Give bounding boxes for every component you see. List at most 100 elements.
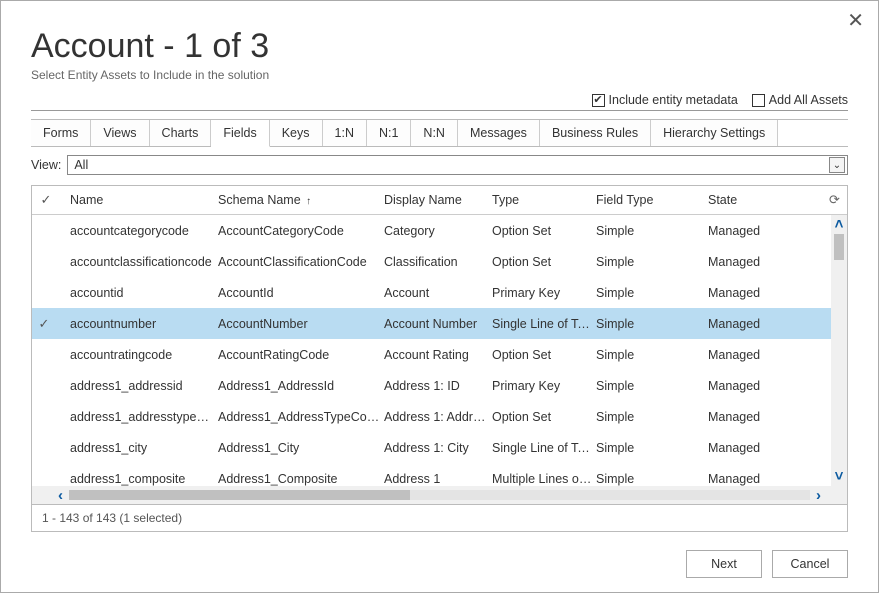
vertical-scrollbar[interactable]: ˄ ˅ [831, 215, 847, 486]
cell-state: Managed [708, 317, 831, 331]
cell-schema: AccountNumber [218, 317, 384, 331]
include-metadata-label: Include entity metadata [609, 93, 738, 107]
cell-name: accountcategorycode [60, 224, 218, 238]
col-header-display[interactable]: Display Name [384, 193, 492, 207]
table-row[interactable]: address1_addresstypecodeAddress1_Address… [32, 401, 831, 432]
row-checkbox[interactable]: ✓ [32, 316, 60, 332]
cell-type: Option Set [492, 255, 596, 269]
cell-name: accountclassificationcode [60, 255, 218, 269]
rows-container: accountcategorycodeAccountCategoryCodeCa… [32, 215, 831, 486]
checkbox-icon [752, 94, 765, 107]
scrollbar-thumb[interactable] [834, 234, 844, 260]
cell-fieldtype: Simple [596, 255, 708, 269]
cell-type: Single Line of Text [492, 441, 596, 455]
cell-fieldtype: Simple [596, 441, 708, 455]
tab-fields[interactable]: Fields [211, 120, 269, 147]
cell-type: Primary Key [492, 379, 596, 393]
col-header-type[interactable]: Type [492, 193, 596, 207]
col-header-fieldtype[interactable]: Field Type [596, 193, 708, 207]
col-header-schema[interactable]: Schema Name ↑ [218, 193, 384, 207]
page-subtitle: Select Entity Assets to Include in the s… [31, 68, 848, 82]
tab-strip: Forms Views Charts Fields Keys 1:N N:1 N… [31, 119, 848, 147]
tab-hierarchy-settings[interactable]: Hierarchy Settings [651, 120, 778, 146]
cell-fieldtype: Simple [596, 317, 708, 331]
add-all-assets-checkbox[interactable]: Add All Assets [752, 93, 848, 107]
close-icon[interactable]: ✕ [847, 11, 864, 31]
chevron-down-icon: ⌄ [829, 157, 845, 173]
cell-schema: Address1_City [218, 441, 384, 455]
grid-body: accountcategorycodeAccountCategoryCodeCa… [32, 215, 847, 504]
tab-messages[interactable]: Messages [458, 120, 540, 146]
table-row[interactable]: accountratingcodeAccountRatingCodeAccoun… [32, 339, 831, 370]
cell-fieldtype: Simple [596, 379, 708, 393]
cell-type: Multiple Lines of… [492, 472, 596, 486]
cell-state: Managed [708, 224, 831, 238]
tab-views[interactable]: Views [91, 120, 149, 146]
view-row: View: All ⌄ [31, 155, 848, 175]
table-row[interactable]: ✓accountnumberAccountNumberAccount Numbe… [32, 308, 831, 339]
cell-state: Managed [708, 348, 831, 362]
tab-forms[interactable]: Forms [31, 120, 91, 146]
cell-type: Primary Key [492, 286, 596, 300]
cell-name: accountnumber [60, 317, 218, 331]
tab-1n[interactable]: 1:N [323, 120, 367, 146]
view-select[interactable]: All ⌄ [67, 155, 848, 175]
tab-nn[interactable]: N:N [411, 120, 458, 146]
cell-display: Classification [384, 255, 492, 269]
cell-display: Address 1: ID [384, 379, 492, 393]
cell-schema: AccountCategoryCode [218, 224, 384, 238]
scroll-left-icon[interactable]: ‹ [58, 488, 63, 503]
cell-state: Managed [708, 410, 831, 424]
scrollbar-thumb[interactable] [69, 490, 410, 500]
cell-fieldtype: Simple [596, 410, 708, 424]
table-row[interactable]: address1_cityAddress1_CityAddress 1: Cit… [32, 432, 831, 463]
cell-display: Category [384, 224, 492, 238]
footer: Next Cancel [31, 550, 848, 578]
cell-fieldtype: Simple [596, 224, 708, 238]
cell-state: Managed [708, 286, 831, 300]
tab-n1[interactable]: N:1 [367, 120, 411, 146]
cell-display: Account Number [384, 317, 492, 331]
cell-schema: AccountId [218, 286, 384, 300]
grid: ✓ Name Schema Name ↑ Display Name Type F… [31, 185, 848, 505]
cell-schema: AccountRatingCode [218, 348, 384, 362]
tab-business-rules[interactable]: Business Rules [540, 120, 651, 146]
cell-display: Account [384, 286, 492, 300]
table-row[interactable]: address1_addressidAddress1_AddressIdAddr… [32, 370, 831, 401]
tab-keys[interactable]: Keys [270, 120, 323, 146]
cell-schema: Address1_AddressTypeCode [218, 410, 384, 424]
col-header-name[interactable]: Name [60, 193, 218, 207]
select-all-checkbox[interactable]: ✓ [32, 192, 60, 208]
cell-fieldtype: Simple [596, 348, 708, 362]
divider [31, 110, 848, 111]
cell-display: Address 1: City [384, 441, 492, 455]
cell-display: Address 1 [384, 472, 492, 486]
cell-name: accountratingcode [60, 348, 218, 362]
table-row[interactable]: accountclassificationcodeAccountClassifi… [32, 246, 831, 277]
cell-display: Address 1: Addr… [384, 410, 492, 424]
cell-type: Single Line of Text [492, 317, 596, 331]
checkbox-icon: ✔ [592, 94, 605, 107]
cell-name: address1_composite [60, 472, 218, 486]
col-header-state[interactable]: State [708, 193, 827, 207]
next-button[interactable]: Next [686, 550, 762, 578]
table-row[interactable]: accountidAccountIdAccountPrimary KeySimp… [32, 277, 831, 308]
top-options: ✔ Include entity metadata Add All Assets [592, 93, 848, 107]
add-all-assets-label: Add All Assets [769, 93, 848, 107]
refresh-icon[interactable]: ⟳ [829, 192, 843, 206]
scroll-down-icon[interactable]: ˅ [835, 469, 844, 484]
cell-type: Option Set [492, 410, 596, 424]
scroll-right-icon[interactable]: › [816, 488, 821, 503]
cell-type: Option Set [492, 224, 596, 238]
include-metadata-checkbox[interactable]: ✔ Include entity metadata [592, 93, 738, 107]
cancel-button[interactable]: Cancel [772, 550, 848, 578]
cell-fieldtype: Simple [596, 286, 708, 300]
cell-state: Managed [708, 379, 831, 393]
cell-state: Managed [708, 441, 831, 455]
scroll-up-icon[interactable]: ˄ [835, 217, 844, 232]
cell-type: Option Set [492, 348, 596, 362]
tab-charts[interactable]: Charts [150, 120, 212, 146]
table-row[interactable]: accountcategorycodeAccountCategoryCodeCa… [32, 215, 831, 246]
horizontal-scrollbar[interactable]: ‹ › [32, 486, 847, 504]
table-row[interactable]: address1_compositeAddress1_CompositeAddr… [32, 463, 831, 486]
